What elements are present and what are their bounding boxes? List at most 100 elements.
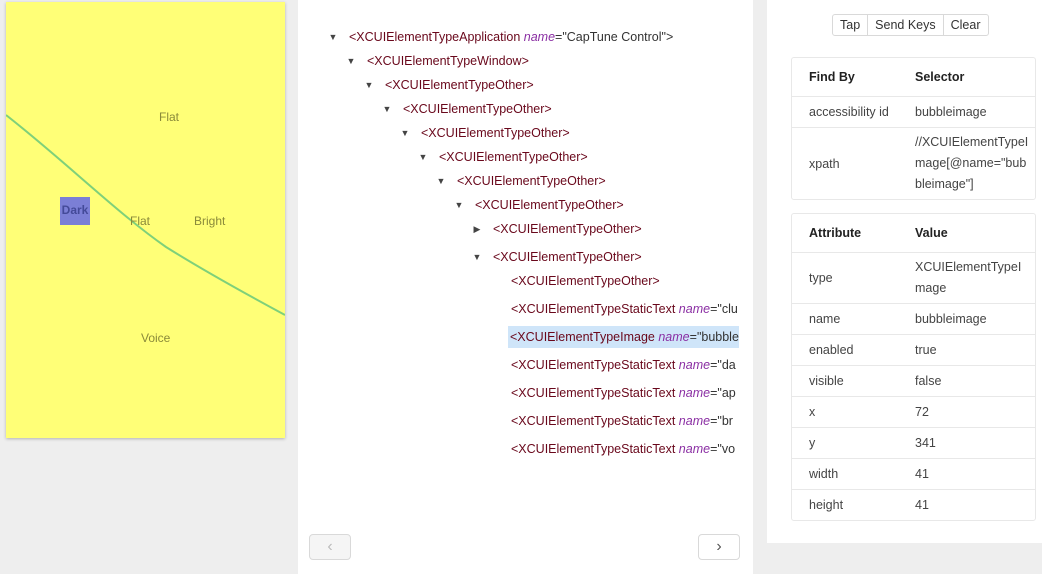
tree-node[interactable]: ▼ <XCUIElementTypeOther> bbox=[298, 246, 739, 268]
attribute-value: 72 bbox=[899, 396, 1035, 428]
flat-top-label: Flat bbox=[159, 110, 180, 124]
dark-label: Dark bbox=[61, 203, 89, 217]
element-type: <XCUIElementTypeOther> bbox=[439, 150, 588, 164]
caret-down-icon[interactable]: ▼ bbox=[417, 146, 429, 168]
tree-node[interactable]: ▼ <XCUIElementTypeOther> bbox=[298, 98, 739, 120]
element-type: <XCUIElementTypeOther> bbox=[493, 222, 642, 236]
attribute-key: enabled bbox=[792, 334, 899, 366]
caret-down-icon[interactable]: ▼ bbox=[471, 246, 483, 268]
attribute-key: name bbox=[792, 303, 899, 335]
attribute-value: 341 bbox=[899, 427, 1035, 459]
element-type: <XCUIElementTypeStaticText bbox=[511, 414, 676, 428]
caret-down-icon[interactable]: ▼ bbox=[399, 122, 411, 144]
table-row: y 341 bbox=[792, 427, 1035, 459]
element-inspector-panel: Tap Send Keys Clear Find By Selector acc… bbox=[767, 0, 1042, 543]
caret-down-icon[interactable]: ▼ bbox=[363, 74, 375, 96]
attribute-value: true bbox=[899, 334, 1035, 366]
flat-mid-label: Flat bbox=[130, 214, 151, 228]
bright-label: Bright bbox=[194, 214, 226, 228]
tree-node[interactable]: <XCUIElementTypeOther> bbox=[298, 270, 739, 292]
tree-node-label: <XCUIElementTypeStaticText name="br bbox=[511, 410, 733, 432]
value-header: Value bbox=[899, 214, 1035, 253]
attribute-value: ="vo bbox=[710, 442, 736, 456]
tree-node[interactable]: <XCUIElementTypeStaticText name="ap bbox=[298, 382, 739, 404]
attribute-value: bubbleimage bbox=[899, 303, 1035, 335]
send-keys-button[interactable]: Send Keys bbox=[867, 14, 944, 36]
attribute-header: Attribute bbox=[792, 214, 899, 253]
attribute-name: name bbox=[678, 414, 711, 428]
caret-down-icon[interactable]: ▼ bbox=[435, 170, 447, 192]
table-row: visible false bbox=[792, 365, 1035, 397]
tree-node[interactable]: <XCUIElementTypeStaticText name="da bbox=[298, 354, 739, 376]
device-screenshot[interactable]: Flat Dark Flat Bright Voice bbox=[6, 2, 285, 438]
attribute-value: ="CapTune Control"> bbox=[555, 30, 674, 44]
tree-node[interactable]: <XCUIElementTypeStaticText name="vo bbox=[298, 438, 739, 460]
tree-node[interactable]: <XCUIElementTypeStaticText name="clu bbox=[298, 298, 739, 320]
tree-node-label: <XCUIElementTypeWindow> bbox=[367, 50, 529, 72]
tree-node-label: <XCUIElementTypeStaticText name="ap bbox=[511, 382, 736, 404]
voice-label: Voice bbox=[141, 331, 171, 345]
selector-value[interactable]: //XCUIElementTypeImage[@name="bubbleimag… bbox=[899, 128, 1035, 200]
table-row: type XCUIElementTypeImage bbox=[792, 252, 1035, 304]
tap-button[interactable]: Tap bbox=[832, 14, 869, 36]
selector-card: Find By Selector accessibility id bubble… bbox=[791, 57, 1036, 200]
caret-right-icon[interactable]: ▶ bbox=[471, 218, 483, 240]
element-type: <XCUIElementTypeOther> bbox=[493, 250, 642, 264]
attribute-key: x bbox=[792, 396, 899, 428]
prev-button[interactable]: ‹ bbox=[309, 534, 351, 560]
attribute-name: name bbox=[658, 330, 690, 344]
clear-button[interactable]: Clear bbox=[942, 14, 989, 36]
tree-node[interactable]: ▼ <XCUIElementTypeOther> bbox=[298, 122, 739, 144]
attribute-value: ="clu bbox=[710, 302, 738, 316]
selector-value[interactable]: bubbleimage bbox=[899, 96, 1035, 128]
tree-node-label: <XCUIElementTypeOther> bbox=[511, 270, 660, 292]
tree-node[interactable]: ▼ <XCUIElementTypeApplication name="CapTu… bbox=[298, 26, 739, 48]
caret-down-icon[interactable]: ▼ bbox=[327, 26, 339, 48]
element-type: <XCUIElementTypeStaticText bbox=[511, 358, 676, 372]
attribute-key: visible bbox=[792, 365, 899, 397]
attribute-key: type bbox=[792, 252, 899, 304]
dark-bubble-image[interactable]: Dark bbox=[60, 197, 90, 225]
next-button[interactable]: › bbox=[698, 534, 740, 560]
element-type: <XCUIElementTypeOther> bbox=[457, 174, 606, 188]
caret-down-icon[interactable]: ▼ bbox=[345, 50, 357, 72]
chevron-left-icon: ‹ bbox=[327, 538, 333, 555]
caret-down-icon[interactable]: ▼ bbox=[381, 98, 393, 120]
tree-node[interactable]: ▼ <XCUIElementTypeOther> bbox=[298, 74, 739, 96]
element-type: <XCUIElementTypeOther> bbox=[511, 274, 660, 288]
attribute-name: name bbox=[678, 358, 711, 372]
tree-node-label: <XCUIElementTypeOther> bbox=[421, 122, 570, 144]
tree-node-label: <XCUIElementTypeOther> bbox=[439, 146, 588, 168]
attribute-key: y bbox=[792, 427, 899, 459]
tree-node[interactable]: ▼ <XCUIElementTypeOther> bbox=[298, 194, 739, 216]
attribute-key: width bbox=[792, 458, 899, 490]
table-row: xpath //XCUIElementTypeImage[@name="bubb… bbox=[792, 128, 1035, 200]
chevron-right-icon: › bbox=[716, 538, 722, 555]
element-type: <XCUIElementTypeStaticText bbox=[511, 386, 676, 400]
caret-down-icon[interactable]: ▼ bbox=[453, 194, 465, 216]
tree-node-label: <XCUIElementTypeOther> bbox=[403, 98, 552, 120]
attribute-value: XCUIElementTypeImage bbox=[899, 252, 1035, 304]
element-actions: Tap Send Keys Clear bbox=[832, 14, 989, 36]
tree-node-label: <XCUIElementTypeOther> bbox=[385, 74, 534, 96]
attribute-value: ="bubble bbox=[689, 330, 739, 344]
selector-header: Selector bbox=[899, 58, 1035, 97]
tree-node-label: <XCUIElementTypeOther> bbox=[493, 218, 642, 240]
tree-node[interactable]: ▼ <XCUIElementTypeWindow> bbox=[298, 50, 739, 72]
find-by-key: accessibility id bbox=[792, 96, 899, 128]
tree-node[interactable]: ▼ <XCUIElementTypeOther> bbox=[298, 170, 739, 192]
tree-node[interactable]: ▶ <XCUIElementTypeOther> bbox=[298, 218, 739, 240]
element-type: <XCUIElementTypeOther> bbox=[421, 126, 570, 140]
element-tree[interactable]: ▼ <XCUIElementTypeApplication name="CapTu… bbox=[298, 24, 739, 494]
element-type: <XCUIElementTypeWindow> bbox=[367, 54, 529, 68]
tree-node-selected[interactable]: <XCUIElementTypeImage name="bubble bbox=[298, 326, 739, 348]
source-tree-panel: ▼ <XCUIElementTypeApplication name="CapTu… bbox=[298, 0, 753, 574]
selector-table: Find By Selector accessibility id bubble… bbox=[792, 58, 1035, 199]
attribute-name: name bbox=[678, 442, 711, 456]
tree-node-label: <XCUIElementTypeImage name="bubble bbox=[508, 326, 739, 348]
tree-node[interactable]: ▼ <XCUIElementTypeOther> bbox=[298, 146, 739, 168]
tree-node-label: <XCUIElementTypeOther> bbox=[457, 170, 606, 192]
tree-node-label: <XCUIElementTypeStaticText name="da bbox=[511, 354, 736, 376]
find-by-header: Find By bbox=[792, 58, 899, 97]
tree-node[interactable]: <XCUIElementTypeStaticText name="br bbox=[298, 410, 739, 432]
